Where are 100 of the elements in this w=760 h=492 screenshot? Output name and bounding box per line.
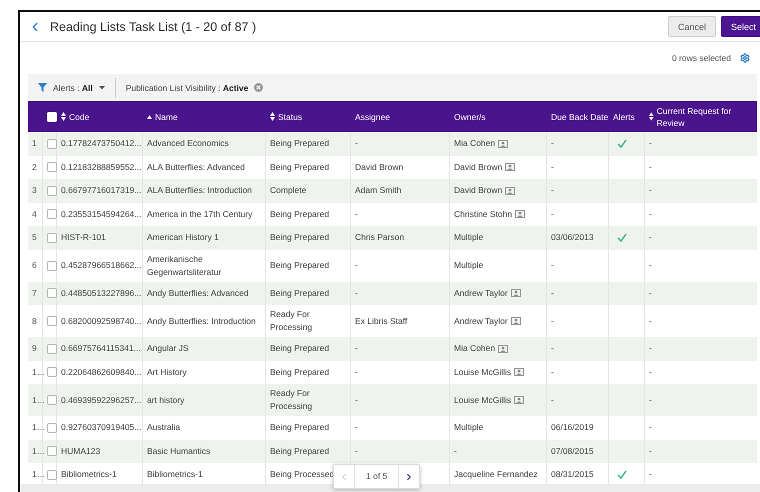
table-cell: -	[355, 137, 358, 150]
table-cell: 0.17782473750412...	[61, 137, 142, 150]
row-checkbox[interactable]	[47, 288, 57, 298]
table-cell[interactable]: Bibliometrics-1	[147, 468, 203, 482]
settings-icon[interactable]	[740, 53, 750, 63]
table-cell: 0.44850513227896...	[61, 286, 142, 300]
table-cell: Multiple	[454, 231, 484, 244]
row-checkbox[interactable]	[47, 470, 57, 480]
table-cell: Being Prepared	[270, 208, 330, 221]
next-page-button[interactable]	[399, 465, 420, 488]
sort-icon[interactable]	[649, 112, 654, 121]
table-cell: 03/06/2013	[551, 231, 594, 244]
contact-card-icon[interactable]	[515, 210, 526, 218]
row-number: 1…	[32, 421, 46, 434]
column-header[interactable]: Name	[155, 110, 178, 122]
table-cell[interactable]: ALA Butterflies: Introduction	[147, 184, 252, 198]
row-checkbox[interactable]	[47, 186, 57, 196]
cancel-button[interactable]: Cancel	[668, 16, 716, 37]
table-cell: -	[649, 394, 652, 406]
column-header[interactable]: Due Back Date	[551, 110, 608, 122]
table-cell-text: Ready For Processing	[270, 387, 314, 413]
filter-icon[interactable]	[38, 83, 47, 92]
filter-label[interactable]: Alerts : All	[53, 82, 93, 92]
table-cell: -	[649, 184, 652, 198]
column-header[interactable]: Owner/s	[454, 110, 486, 122]
table-cell[interactable]: Advanced Economics	[147, 137, 229, 150]
row-number: 1…	[32, 468, 46, 482]
contact-card-icon[interactable]	[498, 344, 508, 353]
table-cell: -	[355, 259, 358, 272]
column-header[interactable]: Current Request for Review	[656, 104, 753, 128]
table-cell: -	[355, 208, 358, 221]
table-cell[interactable]: Amerikanische Gegenwartsliteratur	[147, 252, 261, 278]
table-cell: David Brown	[355, 160, 404, 174]
row-checkbox[interactable]	[47, 422, 57, 433]
page-title: Reading Lists Task List (1 - 20 of 87 )	[50, 20, 258, 34]
checkmark-icon	[617, 233, 627, 242]
table-cell[interactable]: Andy Butterflies: Advanced	[147, 286, 249, 300]
sort-icon[interactable]	[270, 112, 275, 121]
table-cell[interactable]: art history	[147, 394, 184, 406]
contact-card-icon[interactable]	[498, 140, 508, 148]
table-cell: -	[355, 394, 358, 406]
table-cell: -	[355, 444, 358, 458]
table-cell: David Brown	[454, 184, 502, 198]
table-cell: 08/31/2015	[551, 468, 594, 482]
table-cell: Being Prepared	[270, 231, 330, 244]
table-cell: Mia Cohen	[454, 342, 496, 356]
select-all-checkbox[interactable]	[47, 112, 57, 122]
sort-ascending-icon[interactable]	[147, 114, 152, 118]
row-checkbox[interactable]	[47, 209, 57, 220]
row-checkbox[interactable]	[47, 316, 57, 326]
table-cell[interactable]: America in the 17th Century	[147, 208, 252, 221]
contact-card-icon[interactable]	[510, 289, 521, 298]
contact-card-icon[interactable]	[505, 186, 516, 195]
row-checkbox[interactable]	[47, 395, 57, 405]
caret-icon[interactable]	[98, 86, 105, 90]
table-cell[interactable]: ALA Butterflies: Advanced	[147, 160, 245, 174]
contact-card-icon[interactable]	[510, 317, 521, 325]
table-cell: -	[649, 366, 652, 379]
table-cell: -	[551, 394, 554, 406]
contact-card-icon[interactable]	[514, 396, 524, 404]
row-checkbox[interactable]	[47, 162, 57, 172]
table-cell: Jacqueline Fernandez	[454, 468, 538, 482]
select-button[interactable]: Select	[720, 16, 760, 37]
sort-icon[interactable]	[61, 112, 66, 121]
table-cell: 0.22064862609840...	[61, 366, 142, 379]
column-header[interactable]: Alerts	[613, 110, 635, 122]
column-header[interactable]: Status	[278, 110, 302, 122]
table-cell[interactable]: Andy Butterflies: Introduction	[147, 314, 256, 328]
table-cell: -	[551, 184, 554, 198]
column-header[interactable]: Assignee	[355, 110, 390, 122]
table-cell[interactable]: American History 1	[147, 231, 219, 244]
table-cell: -	[649, 468, 652, 482]
row-checkbox[interactable]	[47, 138, 57, 149]
table-cell: 0.66797716017319...	[61, 184, 142, 198]
table-cell: Mia Cohen	[454, 137, 496, 150]
row-number: 1…	[32, 366, 46, 379]
contact-card-icon[interactable]	[514, 368, 524, 376]
table-cell: 0.92760370919405...	[61, 421, 142, 434]
table-cell: HUMA123	[61, 444, 100, 458]
table-cell[interactable]: Art History	[147, 366, 187, 379]
table-cell: Louise McGillis	[454, 366, 512, 379]
row-checkbox[interactable]	[47, 232, 57, 243]
table-cell: Multiple	[454, 259, 484, 272]
table-cell: -	[649, 421, 652, 434]
column-header[interactable]: Code	[69, 110, 90, 122]
row-checkbox[interactable]	[47, 260, 57, 270]
remove-filter-icon[interactable]	[254, 83, 264, 92]
contact-card-icon[interactable]	[505, 163, 516, 172]
row-checkbox[interactable]	[47, 367, 57, 378]
filter-label[interactable]: Publication List Visibility : Active	[126, 82, 248, 92]
table-cell[interactable]: Angular JS	[147, 342, 189, 356]
row-checkbox[interactable]	[47, 344, 57, 354]
table-cell: Being Prepared	[270, 160, 330, 174]
rows-selected-count: 0 rows selected	[672, 53, 731, 63]
table-cell[interactable]: Basic Humantics	[147, 444, 210, 458]
table-cell: -	[551, 208, 554, 221]
table-cell: Bibliometrics-1	[61, 468, 117, 482]
row-number: 1	[32, 137, 37, 150]
table-cell[interactable]: Australia	[147, 421, 180, 434]
row-checkbox[interactable]	[47, 446, 57, 456]
